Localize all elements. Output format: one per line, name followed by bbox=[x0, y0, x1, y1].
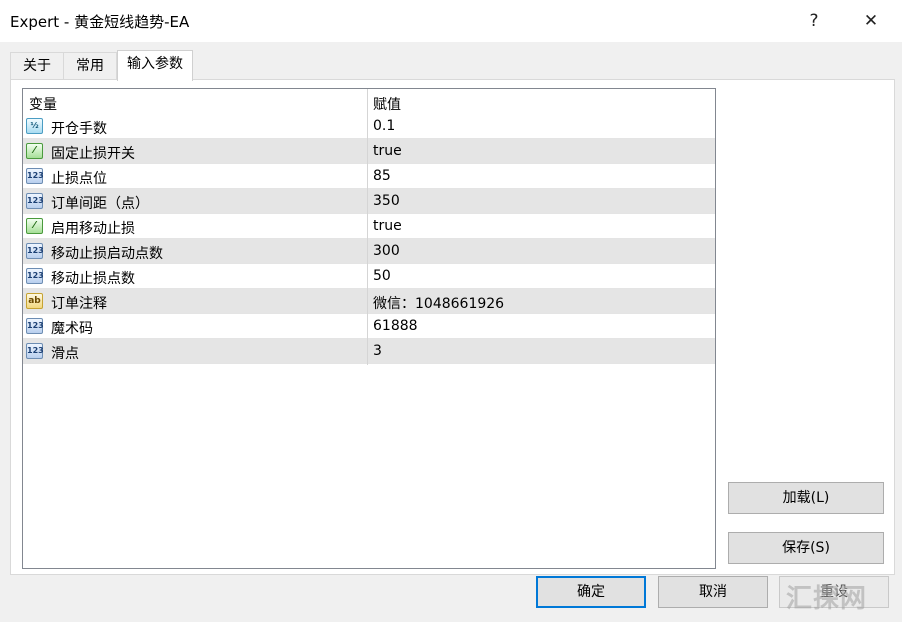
table-row[interactable]: 123 移动止损点数 50 bbox=[23, 264, 715, 289]
parameter-value[interactable]: 85 bbox=[373, 168, 391, 184]
parameter-value[interactable]: true bbox=[373, 218, 402, 234]
integer-icon: 123 bbox=[26, 318, 44, 334]
column-header-value[interactable]: 赋值 bbox=[373, 94, 401, 114]
integer-icon: 123 bbox=[26, 168, 44, 184]
load-button[interactable]: 加载(L) bbox=[728, 482, 884, 514]
parameter-name: 固定止损开关 bbox=[51, 146, 135, 162]
window-title: Expert - 黄金短线趋势-EA bbox=[10, 13, 190, 31]
parameter-name: 移动止损点数 bbox=[51, 271, 135, 287]
parameter-name: 魔术码 bbox=[51, 321, 93, 337]
watermark-text: 汇探网 bbox=[786, 584, 868, 614]
cancel-button[interactable]: 取消 bbox=[658, 576, 768, 608]
parameters-grid[interactable]: 变量 赋值 ½ 开仓手数 0.1 ⁄ 固定止损开关 true 123 止损点位 … bbox=[22, 88, 716, 569]
parameter-value[interactable]: 3 bbox=[373, 343, 382, 359]
parameter-name: 订单间距（点） bbox=[51, 196, 149, 212]
table-row[interactable]: 123 移动止损启动点数 300 bbox=[23, 239, 715, 264]
column-header-variable[interactable]: 变量 bbox=[29, 94, 57, 114]
parameter-name: 订单注释 bbox=[51, 296, 107, 312]
integer-icon: 123 bbox=[26, 268, 44, 284]
parameter-value[interactable]: 350 bbox=[373, 193, 400, 209]
parameter-name: 移动止损启动点数 bbox=[51, 246, 163, 262]
parameter-value[interactable]: 61888 bbox=[373, 318, 418, 334]
parameter-value[interactable]: 300 bbox=[373, 243, 400, 259]
boolean-icon: ⁄ bbox=[26, 218, 43, 234]
parameter-name: 滑点 bbox=[51, 346, 79, 362]
parameter-value[interactable]: 0.1 bbox=[373, 118, 395, 134]
fraction-icon: ½ bbox=[26, 118, 43, 134]
grid-header: 变量 赋值 bbox=[23, 89, 715, 114]
tab-about[interactable]: 关于 bbox=[10, 52, 64, 80]
integer-icon: 123 bbox=[26, 343, 44, 359]
parameter-value[interactable]: true bbox=[373, 143, 402, 159]
table-row[interactable]: ½ 开仓手数 0.1 bbox=[23, 114, 715, 139]
tab-inputs[interactable]: 输入参数 bbox=[117, 50, 193, 81]
string-icon: ab bbox=[26, 293, 43, 309]
parameter-name: 启用移动止损 bbox=[51, 221, 135, 237]
table-row[interactable]: 123 魔术码 61888 bbox=[23, 314, 715, 339]
integer-icon: 123 bbox=[26, 243, 44, 259]
parameter-value[interactable]: 50 bbox=[373, 268, 391, 284]
table-row[interactable]: 123 止损点位 85 bbox=[23, 164, 715, 189]
table-row[interactable]: ⁄ 启用移动止损 true bbox=[23, 214, 715, 239]
title-bar: Expert - 黄金短线趋势-EA ? ✕ bbox=[0, 0, 902, 42]
parameter-name: 开仓手数 bbox=[51, 121, 107, 137]
table-row[interactable]: 123 滑点 3 bbox=[23, 339, 715, 364]
column-divider[interactable] bbox=[367, 89, 368, 365]
table-row[interactable]: ⁄ 固定止损开关 true bbox=[23, 139, 715, 164]
tab-common[interactable]: 常用 bbox=[63, 52, 117, 80]
parameter-name: 止损点位 bbox=[51, 171, 107, 187]
close-button[interactable]: ✕ bbox=[859, 10, 883, 32]
ok-button[interactable]: 确定 bbox=[536, 576, 646, 608]
save-button[interactable]: 保存(S) bbox=[728, 532, 884, 564]
parameter-value[interactable]: 微信：1048661926 bbox=[373, 293, 504, 313]
help-button[interactable]: ? bbox=[802, 10, 826, 32]
boolean-icon: ⁄ bbox=[26, 143, 43, 159]
table-row[interactable]: ab 订单注释 微信：1048661926 bbox=[23, 289, 715, 314]
table-row[interactable]: 123 订单间距（点） 350 bbox=[23, 189, 715, 214]
integer-icon: 123 bbox=[26, 193, 44, 209]
